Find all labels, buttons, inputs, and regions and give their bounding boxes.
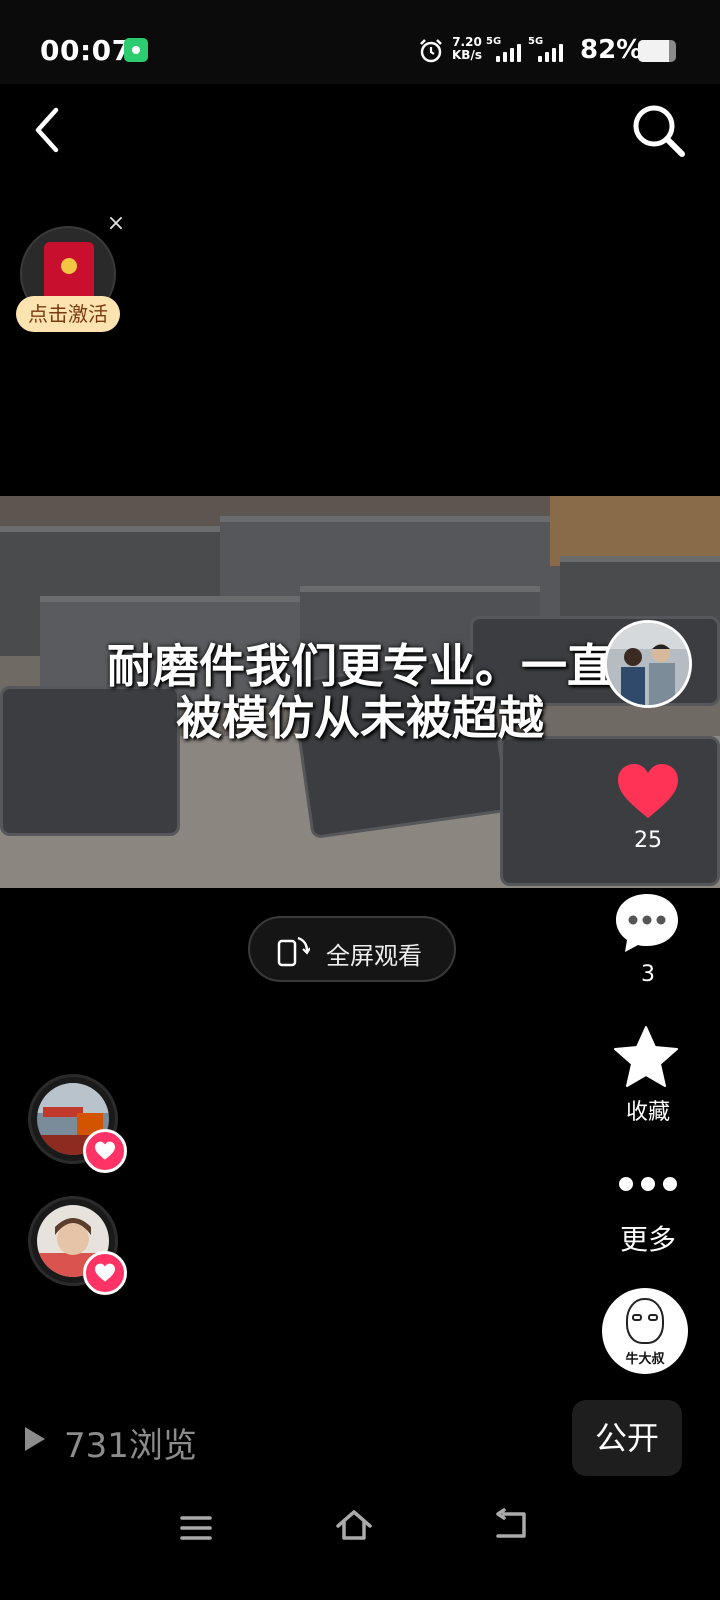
signal-icon-sim1: 5G [486, 36, 526, 64]
video-caption-line-2: 被模仿从未被超越 [176, 691, 544, 745]
search-button[interactable] [630, 102, 688, 160]
red-packet-close-button[interactable]: × [104, 212, 128, 236]
liker-heart-badge [83, 1251, 127, 1295]
status-time: 00:07 [40, 34, 132, 67]
favorite-star-button[interactable] [612, 1024, 680, 1090]
comment-count: 3 [641, 962, 655, 987]
back-button[interactable] [26, 106, 70, 154]
net-speed-unit: KB/s [452, 48, 482, 62]
creator-avatar[interactable]: 牛大叔 [602, 1288, 688, 1374]
alarm-icon [420, 39, 442, 63]
like-count: 25 [634, 828, 662, 853]
status-bar: 00:07 7.20 KB/s 5G 5G 82% [0, 0, 720, 84]
net-speed: 7.20 KB/s [452, 36, 482, 62]
red-envelope-icon [44, 242, 94, 302]
more-label[interactable]: 更多 [604, 1218, 692, 1258]
author-avatar[interactable] [604, 620, 692, 708]
heart-icon [95, 1263, 115, 1282]
views-text: 731浏览 [64, 1426, 197, 1466]
liker-heart-badge [83, 1129, 127, 1173]
public-button[interactable]: 公开 [572, 1400, 682, 1476]
sim2-label: 5G [528, 36, 544, 47]
fullscreen-label: 全屏观看 [326, 942, 422, 970]
fullscreen-button[interactable]: 全屏观看 [248, 916, 456, 982]
liker-avatar-1[interactable] [28, 1074, 127, 1173]
hotspot-icon [124, 38, 148, 62]
red-packet-label[interactable]: 点击激活 [16, 296, 120, 332]
liker-avatar-2[interactable] [28, 1196, 127, 1295]
sim1-label: 5G [486, 36, 502, 47]
author-photo [607, 623, 689, 705]
comment-button[interactable] [612, 890, 682, 956]
creator-avatar-mark: 牛大叔 [625, 1352, 665, 1367]
rotate-phone-icon [277, 936, 310, 967]
recent-apps-icon[interactable] [180, 1514, 212, 1542]
system-nav-bar [0, 1486, 720, 1600]
battery-percent: 82% [580, 35, 643, 65]
battery-icon [638, 40, 676, 62]
heart-icon [95, 1141, 115, 1160]
creator-sketch [626, 1298, 664, 1344]
play-icon [25, 1427, 45, 1451]
system-back-icon[interactable] [494, 1508, 528, 1542]
home-icon[interactable] [334, 1508, 374, 1544]
like-button[interactable] [616, 762, 680, 822]
favorite-label: 收藏 [625, 1100, 670, 1125]
more-dots-icon[interactable] [618, 1172, 678, 1196]
signal-icon-sim2: 5G [528, 36, 568, 64]
